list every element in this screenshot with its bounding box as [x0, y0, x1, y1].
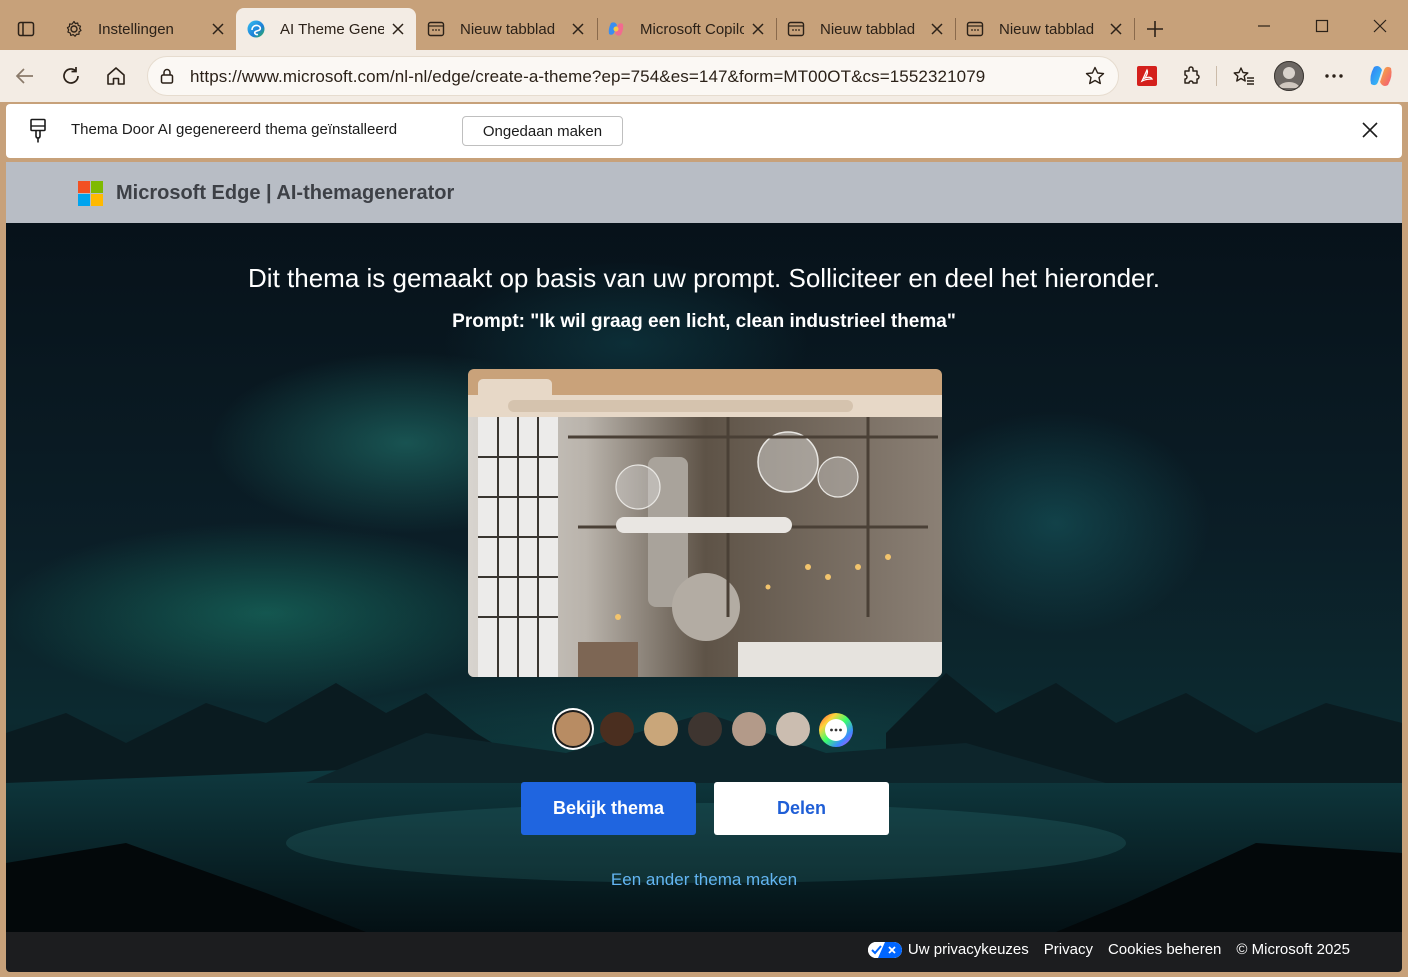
toolbar-divider: [1216, 66, 1217, 86]
preview-toolbar: [468, 395, 942, 417]
favorites-icon[interactable]: [1227, 59, 1261, 93]
color-swatch[interactable]: [732, 712, 766, 746]
privacy-choices-link[interactable]: Uw privacykeuzes: [908, 941, 1029, 958]
hero-section: Dit thema is gemaakt op basis van uw pro…: [6, 223, 1402, 932]
copilot-icon[interactable]: [1364, 59, 1398, 93]
tab-label: Microsoft Copilot: [640, 20, 744, 38]
page-footer: Uw privacykeuzes Privacy Cookies beheren…: [6, 932, 1402, 972]
microsoft-logo-icon: [78, 181, 104, 207]
preview-address-bar: [508, 400, 853, 412]
maximize-icon[interactable]: [1302, 10, 1342, 42]
window-close-icon[interactable]: [1360, 10, 1400, 42]
new-tab-button[interactable]: [1140, 14, 1170, 44]
undo-button[interactable]: Ongedaan maken: [462, 116, 623, 146]
close-tab-icon[interactable]: [750, 21, 766, 37]
browser-toolbar: https://www.microsoft.com/nl-nl/edge/cre…: [0, 50, 1408, 102]
home-icon[interactable]: [99, 59, 133, 93]
share-button[interactable]: Delen: [714, 782, 889, 835]
tab-nieuw-tabblad[interactable]: Nieuw tabblad: [416, 8, 596, 50]
notification-message: Thema Door AI gegenereerd thema geïnstal…: [71, 121, 398, 138]
tab-label: Nieuw tabblad: [820, 20, 916, 38]
theme-preview-image: [468, 369, 942, 677]
address-bar[interactable]: https://www.microsoft.com/nl-nl/edge/cre…: [147, 56, 1119, 96]
more-options-icon[interactable]: [1317, 59, 1351, 93]
custom-color-picker-icon[interactable]: [818, 712, 853, 747]
copilot-icon: [606, 19, 626, 39]
tab-label: AI Theme Generator: [280, 20, 384, 38]
gear-icon: [64, 19, 84, 39]
color-swatch[interactable]: [688, 712, 722, 746]
create-another-theme-link[interactable]: Een ander thema maken: [6, 870, 1402, 890]
tab-instellingen[interactable]: Instellingen: [54, 8, 236, 50]
close-tab-icon[interactable]: [1108, 21, 1124, 37]
privacy-choices-icon[interactable]: [867, 941, 902, 958]
tab-separator: [1134, 18, 1135, 40]
page-title: Dit thema is gemaakt op basis van uw pro…: [248, 263, 1160, 293]
edge-icon: [246, 19, 266, 39]
paintbrush-icon: [28, 118, 50, 144]
refresh-icon[interactable]: [54, 59, 88, 93]
color-swatch[interactable]: [644, 712, 678, 746]
industrial-interior-image: [468, 417, 942, 677]
privacy-link[interactable]: Privacy: [1044, 941, 1093, 958]
tab-label: Instellingen: [98, 20, 174, 38]
page-header: Microsoft Edge | AI-themagenerator: [6, 162, 1402, 223]
web-page: Microsoft Edge | AI-themagenerator Dit t…: [6, 162, 1402, 972]
minimize-icon[interactable]: [1244, 10, 1284, 42]
tab-actions-icon[interactable]: [8, 12, 44, 46]
preview-tab: [478, 379, 552, 395]
theme-installed-notification: Thema Door AI gegenereerd thema geïnstal…: [6, 104, 1402, 158]
close-notification-icon[interactable]: [1358, 118, 1382, 142]
color-swatches: [556, 712, 856, 748]
tab-microsoft-copilot[interactable]: Microsoft Copilot: [596, 8, 776, 50]
color-swatch[interactable]: [600, 712, 634, 746]
tab-nieuw-tabblad[interactable]: Nieuw tabblad: [955, 8, 1134, 50]
lock-icon[interactable]: [158, 67, 176, 85]
close-tab-icon[interactable]: [210, 21, 226, 37]
favorite-star-icon[interactable]: [1084, 65, 1106, 87]
tab-nieuw-tabblad[interactable]: Nieuw tabblad: [776, 8, 955, 50]
new-tab-icon: [965, 19, 985, 39]
copyright-text: © Microsoft 2025: [1236, 941, 1350, 958]
pdf-extension-icon[interactable]: [1130, 59, 1164, 93]
new-tab-icon: [786, 19, 806, 39]
new-tab-icon: [426, 19, 446, 39]
tab-label: Nieuw tabblad: [999, 20, 1095, 38]
manage-cookies-link[interactable]: Cookies beheren: [1108, 941, 1221, 958]
color-swatch[interactable]: [556, 712, 590, 746]
view-theme-button[interactable]: Bekijk thema: [521, 782, 696, 835]
close-tab-icon[interactable]: [929, 21, 945, 37]
close-tab-icon[interactable]: [570, 21, 586, 37]
color-swatch[interactable]: [776, 712, 810, 746]
url-text[interactable]: https://www.microsoft.com/nl-nl/edge/cre…: [190, 67, 985, 87]
tab-strip: Instellingen AI Theme Generator Nieuw ta…: [0, 0, 1408, 56]
profile-avatar[interactable]: [1272, 59, 1306, 93]
extensions-icon[interactable]: [1175, 59, 1209, 93]
prompt-text: Prompt: "Ik wil graag een licht, clean i…: [452, 311, 956, 332]
page-header-title: Microsoft Edge | AI-themagenerator: [116, 182, 455, 204]
tab-label: Nieuw tabblad: [460, 20, 556, 38]
close-tab-icon[interactable]: [390, 21, 406, 37]
tab-ai-theme-generator[interactable]: AI Theme Generator: [236, 8, 416, 50]
back-icon[interactable]: [8, 59, 42, 93]
preview-search-box: [616, 517, 792, 533]
